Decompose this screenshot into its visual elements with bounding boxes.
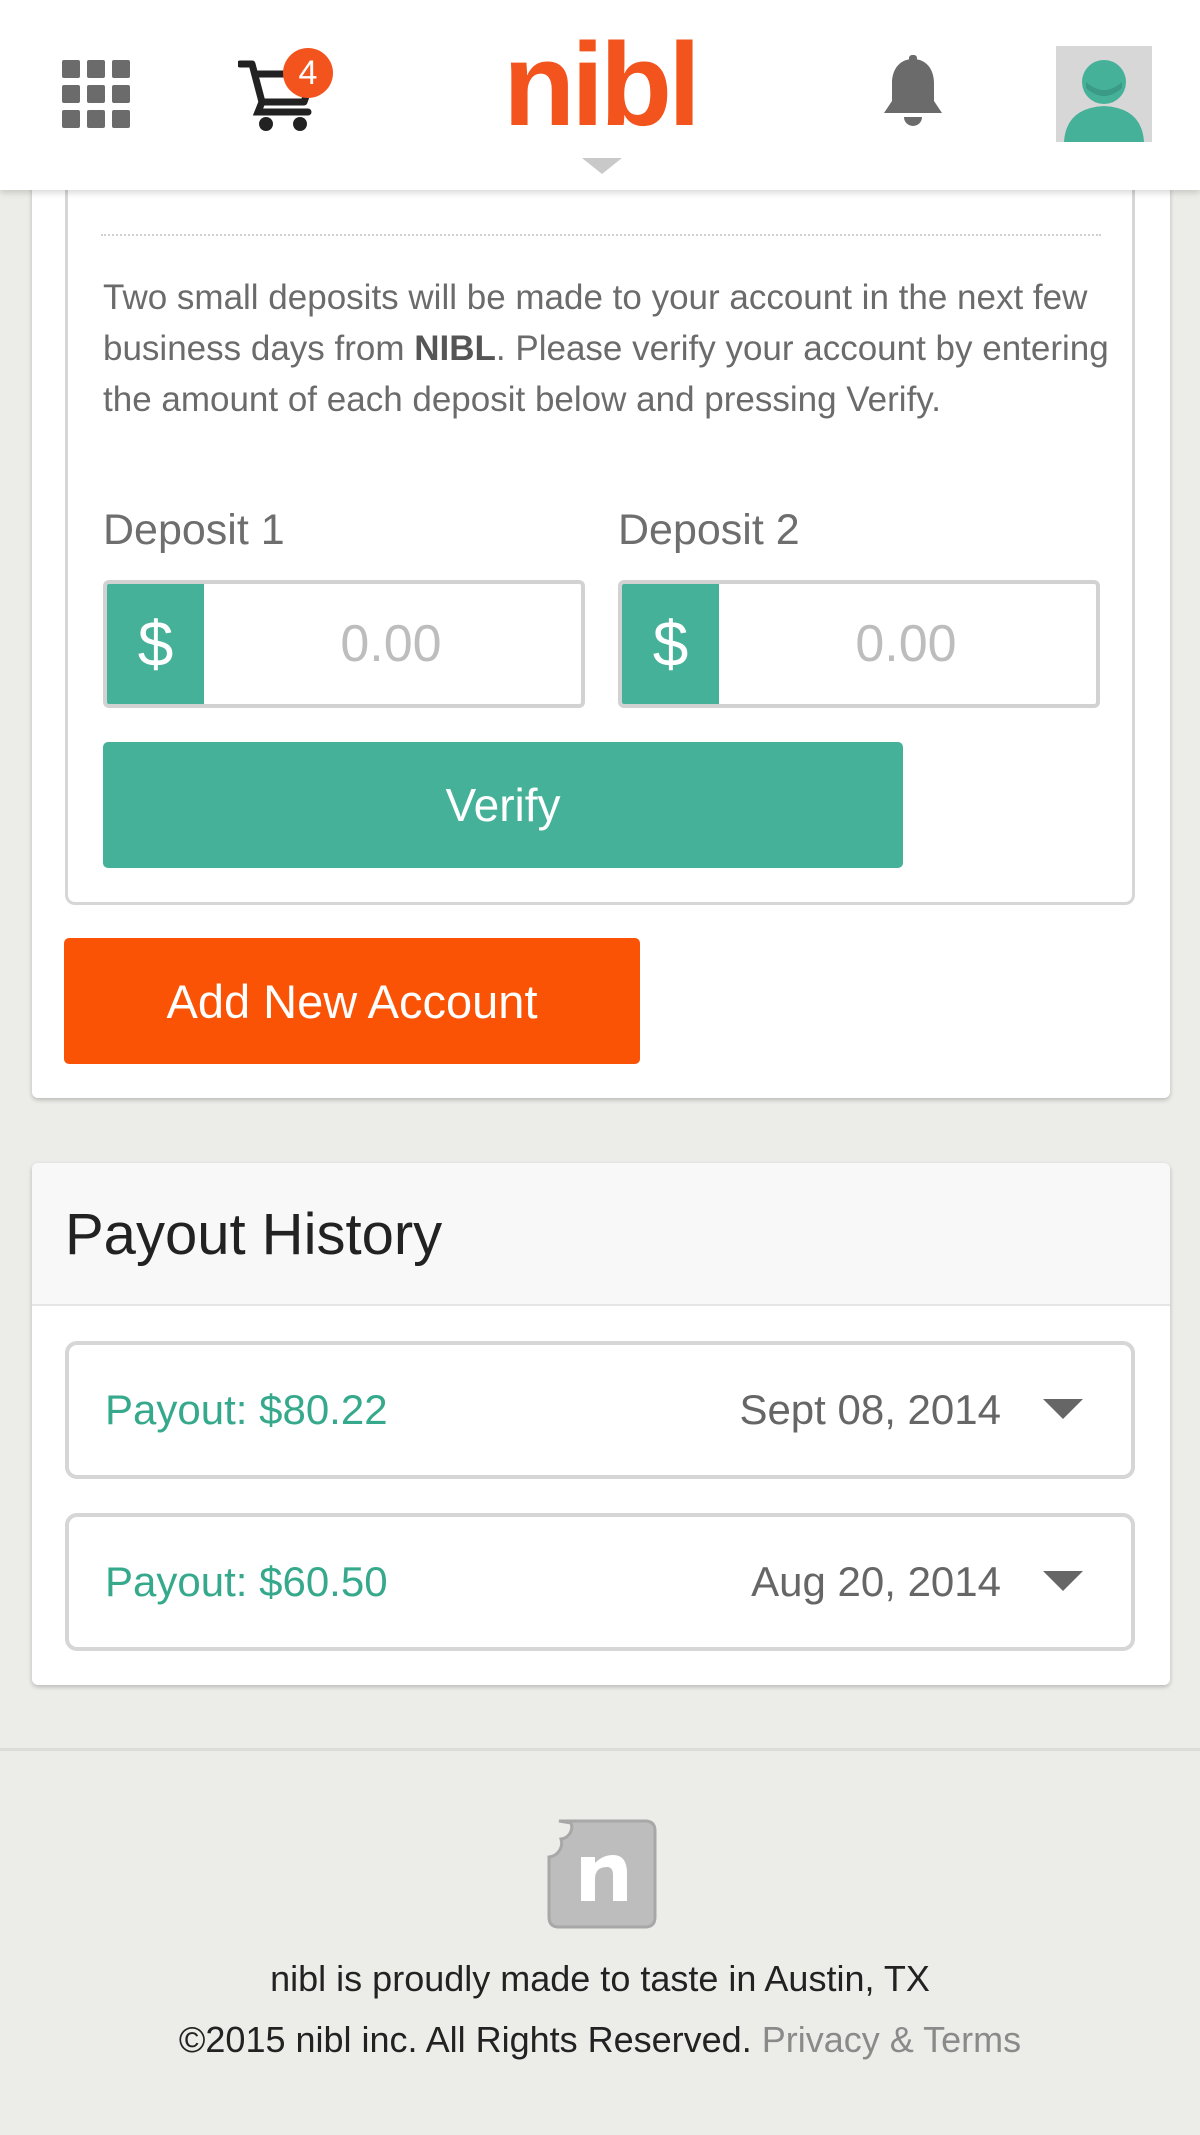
footer-copyright-line: ©2015 nibl inc. All Rights Reserved. Pri… [0, 2019, 1200, 2061]
footer: nibl is proudly made to taste in Austin,… [0, 1748, 1200, 2135]
cart-count-badge: 4 [283, 48, 333, 98]
verify-button[interactable]: Verify [103, 742, 903, 868]
deposit-1-field[interactable]: $ [103, 580, 585, 708]
divider [101, 234, 1101, 236]
footer-tagline: nibl is proudly made to taste in Austin,… [270, 1958, 930, 1999]
verification-panel: Two small deposits will be made to your … [65, 150, 1135, 905]
payout-row[interactable]: Payout: $80.22 Sept 08, 2014 [65, 1341, 1135, 1479]
deposit-1-input[interactable] [204, 584, 578, 704]
payout-amount: Payout: $80.22 [105, 1386, 388, 1433]
bank-account-card: Two small deposits will be made to your … [32, 150, 1170, 1098]
nibl-bitten-logo-icon [547, 1819, 657, 1929]
user-avatar[interactable] [1056, 46, 1152, 142]
privacy-terms-link[interactable]: Privacy & Terms [762, 2019, 1021, 2060]
nibl-logo[interactable]: nibl [500, 20, 701, 160]
bell-icon[interactable] [880, 55, 946, 130]
payout-row[interactable]: Payout: $60.50 Aug 20, 2014 [65, 1513, 1135, 1651]
add-new-account-button[interactable]: Add New Account [64, 938, 640, 1064]
apps-grid-icon[interactable] [62, 60, 130, 128]
payout-amount: Payout: $60.50 [105, 1558, 388, 1605]
user-avatar-icon [1064, 60, 1144, 142]
deposit-2-input[interactable] [719, 584, 1093, 704]
top-navigation-bar: 4 nibl [0, 0, 1200, 190]
footer-copyright: ©2015 nibl inc. All Rights Reserved. [178, 2019, 752, 2060]
chevron-down-icon[interactable] [1043, 1571, 1083, 1591]
cart-button[interactable]: 4 [238, 48, 348, 138]
instructions-brand: NIBL [414, 329, 496, 368]
dollar-sign-icon: $ [107, 584, 204, 704]
verification-instructions: Two small deposits will be made to your … [103, 272, 1113, 425]
payout-history-header: Payout History [32, 1163, 1170, 1306]
payout-history-title: Payout History [65, 1202, 443, 1267]
deposit-2-field[interactable]: $ [618, 580, 1100, 708]
payout-date: Sept 08, 2014 [739, 1386, 1001, 1433]
logo-dropdown-caret-icon[interactable] [582, 158, 622, 174]
payout-date: Aug 20, 2014 [751, 1558, 1001, 1605]
dollar-sign-icon: $ [622, 584, 719, 704]
deposit-1-label: Deposit 1 [103, 506, 285, 554]
chevron-down-icon[interactable] [1043, 1399, 1083, 1419]
deposit-2-label: Deposit 2 [618, 506, 800, 554]
payout-history-card: Payout History Payout: $80.22 Sept 08, 2… [32, 1163, 1170, 1685]
